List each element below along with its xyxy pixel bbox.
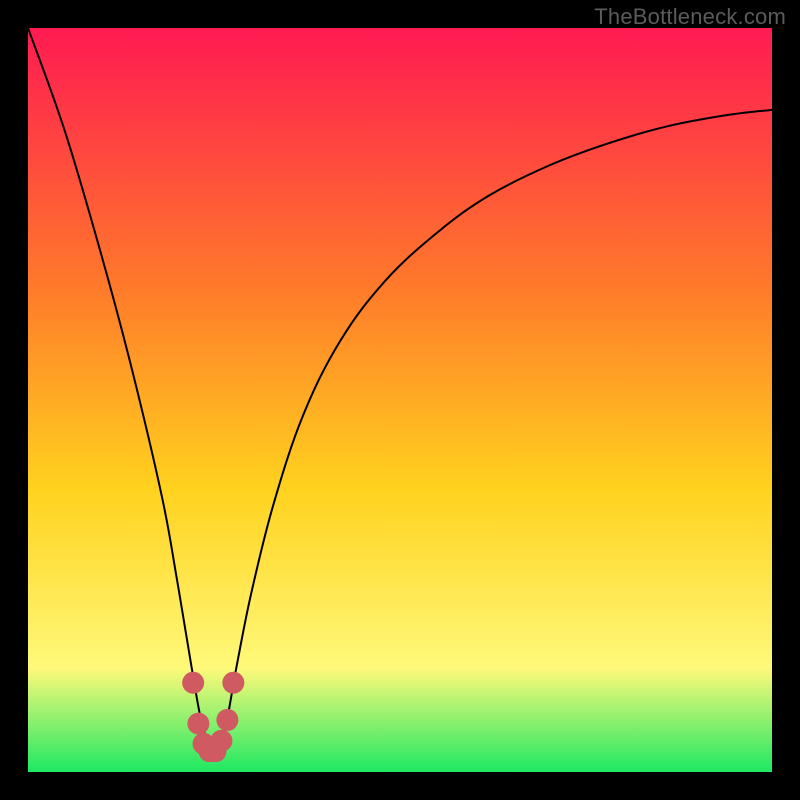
outer-frame: TheBottleneck.com (0, 0, 800, 800)
watermark-text: TheBottleneck.com (594, 4, 786, 30)
valley-marker (187, 713, 209, 735)
chart-svg (28, 28, 772, 772)
valley-marker (182, 672, 204, 694)
plot-area (28, 28, 772, 772)
valley-marker (216, 709, 238, 731)
valley-marker (222, 672, 244, 694)
valley-marker (210, 730, 232, 752)
